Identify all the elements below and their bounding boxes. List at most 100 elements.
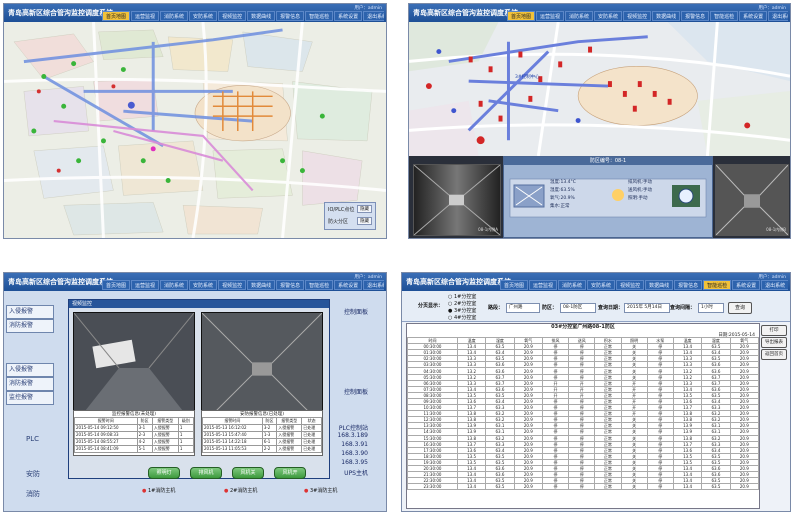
table-row[interactable]: 2015-05-14 08:41:09 5-1 入侵报警 1 [74,445,195,453]
exhaust-fan-button[interactable]: 排风机 [190,467,222,479]
layer-zone-label: 防火分区 [328,218,349,225]
video-feed-2[interactable]: 2015-05-14 防区3-1 [201,312,323,426]
main-tabs: 首页地图运营监视消防系统安防系统视频监控数据曲线报警信息智能巡检系统设置退出系统 [102,280,384,290]
table-row[interactable]: 2015-05-14 09:08:33 2-3 入侵报警 1 [74,431,195,439]
tab-9[interactable]: 退出系统 [768,11,788,21]
tab-6[interactable]: 报警信息 [681,11,710,21]
tab-3[interactable]: 安防系统 [189,280,218,290]
export-button[interactable]: 导出报表 [761,337,787,348]
note-ip-2: 168.3.91 [341,441,368,448]
table-cell: 入侵报警 [151,424,179,432]
lighting-button[interactable]: 照明灯 [148,467,180,479]
tab-4[interactable]: 视频监控 [218,11,247,21]
tab-4[interactable]: 视频监控 [623,11,652,21]
fan-on-button[interactable]: 风机开 [274,467,306,479]
tab-2[interactable]: 消防系统 [558,280,587,290]
tab-6[interactable]: 报警信息 [276,280,305,290]
hide-zone-button[interactable]: 隐藏 [357,217,372,225]
table-cell: 3-1 [136,424,153,432]
zone-header: 防区编号：08-1 [504,157,712,165]
tab-2[interactable]: 消防系统 [160,11,189,21]
city-map[interactable]: IO/PLC点位 隐藏 防火分区 隐藏 [4,22,386,238]
tab-5[interactable]: 数据曲线 [645,280,674,290]
tab-0[interactable]: 首页地图 [507,11,536,21]
table-row: 23:30:00 13.4 63.5 20.9 停停正常关停 13.4 63.5 20.9 [407,483,760,491]
stat-oxygen: 氧气:20.9% [550,196,575,201]
tab-7[interactable]: 智能巡检 [710,11,739,21]
hide-plc-button[interactable]: 隐藏 [357,205,372,213]
side-item-intrusion-2[interactable]: 入侵报警 [6,363,54,377]
tab-6[interactable]: 报警信息 [276,11,305,21]
side-item-intrusion[interactable]: 入侵报警 [6,305,54,319]
table-cell: 3-2 [261,424,278,432]
tab-0[interactable]: 首页地图 [500,280,529,290]
tab-1[interactable]: 运营监视 [131,11,160,21]
tab-2[interactable]: 消防系统 [565,11,594,21]
tab-0[interactable]: 首页地图 [102,280,131,290]
tab-2[interactable]: 消防系统 [160,280,189,290]
table-row[interactable]: 2015-05-14 09:12:50 3-1 入侵报警 1 [74,424,195,432]
tab-6[interactable]: 报警信息 [674,280,703,290]
camera-left[interactable]: 08-1内侧A [413,164,501,236]
table-cell: 停 [541,483,570,491]
mode-option-2[interactable]: ○ 2#分控室 [448,300,476,307]
tab-8[interactable]: 系统设置 [334,280,363,290]
table-row[interactable]: 2015-05-13 14:22:18 6-1 入侵报警 已处理 [202,438,322,446]
tab-1[interactable]: 运营监视 [131,280,160,290]
tab-5[interactable]: 数据曲线 [247,11,276,21]
table-row[interactable]: 2015-05-13 16:12:02 3-2 入侵报警 已处理 [202,424,322,432]
table-row[interactable]: 2015-05-13 11:05:53 2-2 入侵报警 已处理 [202,445,322,453]
tab-5[interactable]: 数据曲线 [652,11,681,21]
table-row[interactable]: 2015-05-13 15:47:40 1-3 入侵报警 已处理 [202,431,322,439]
tab-9[interactable]: 退出系统 [761,280,788,290]
zone-select[interactable]: 08-1防区 [560,303,596,313]
home-button[interactable]: 返回首页 [761,349,787,360]
tab-3[interactable]: 安防系统 [189,11,218,21]
table-cell: 6-1 [261,438,278,446]
date-picker[interactable]: 2015年 5月14日 [624,303,670,313]
zone-map-canvas[interactable] [409,22,790,156]
table-cell: 2015-05-13 16:12:02 [202,424,263,432]
tab-7[interactable]: 智能巡检 [703,280,732,290]
camera-right[interactable]: 08-1内侧B [715,164,789,236]
table-cell: 已处理 [301,431,322,439]
print-button[interactable]: 打印 [761,325,787,336]
tab-8[interactable]: 系统设置 [739,11,768,21]
tab-3[interactable]: 安防系统 [587,280,616,290]
zone-map[interactable]: 3#控制中心 [409,22,790,156]
tab-3[interactable]: 安防系统 [594,11,623,21]
map-layer-panel: IO/PLC点位 隐藏 防火分区 隐藏 [324,202,376,230]
tab-4[interactable]: 视频监控 [616,280,645,290]
app-title: 青岛高新区综合管沟监控调度系统 [8,278,113,286]
tab-1[interactable]: 运营监视 [536,11,565,21]
interval-label: 查询间隔： [670,305,696,311]
table-cell: 停 [568,483,596,491]
mode-option-3[interactable]: ● 3#分控室 [448,307,476,314]
interval-select[interactable]: 1小时 [698,303,724,313]
tab-4[interactable]: 视频监控 [218,280,247,290]
tab-5[interactable]: 数据曲线 [247,280,276,290]
column-header: 状态 [301,417,322,425]
mode-option-1[interactable]: ○ 1#分控室 [448,293,476,300]
query-button[interactable]: 查询 [728,302,752,314]
tab-0[interactable]: 首页地图 [102,11,131,21]
fan-off-button[interactable]: 风机关 [232,467,264,479]
table-cell: 已处理 [301,424,322,432]
side-item-fire-2[interactable]: 消防报警 [6,377,54,391]
tab-8[interactable]: 系统设置 [334,11,363,21]
table-cell: 入侵报警 [151,431,179,439]
table-row[interactable]: 2015-05-14 08:55:27 4-2 入侵报警 1 [74,438,195,446]
tab-1[interactable]: 运营监视 [529,280,558,290]
tab-9[interactable]: 退出系统 [363,280,384,290]
tab-7[interactable]: 智能巡检 [305,11,334,21]
road-select[interactable]: 广州路 [506,303,540,313]
tab-7[interactable]: 智能巡检 [305,280,334,290]
tab-8[interactable]: 系统设置 [732,280,761,290]
side-item-fire[interactable]: 消防报警 [6,319,54,333]
tab-9[interactable]: 退出系统 [363,11,384,21]
side-item-monitor[interactable]: 监控报警 [6,391,54,405]
title-bar: 青岛高新区综合管沟监控调度系统 用户：admin 首页地图 运营监视 消防系统 安防系… [4,4,386,22]
mode-option-4[interactable]: ○ 4#分控室 [448,314,476,321]
video-feed-1[interactable]: 2015-05-14 安全出口 [73,312,195,426]
camera-left-label: 08-1内侧A [478,227,498,232]
